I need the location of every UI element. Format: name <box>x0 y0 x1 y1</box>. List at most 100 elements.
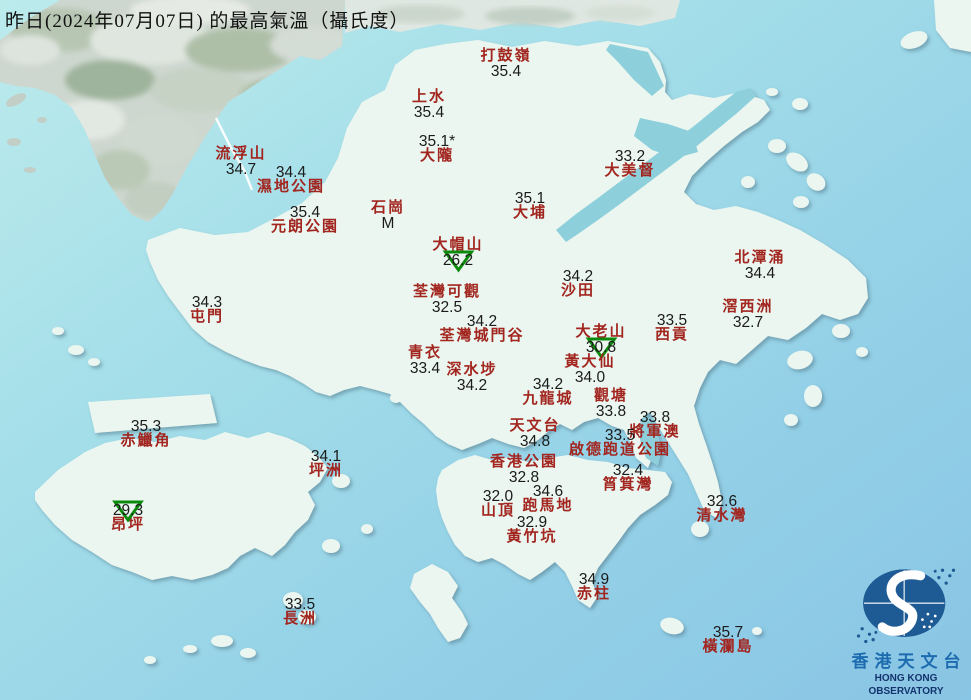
station-name-label: 天文台 <box>509 419 560 434</box>
hko-emblem-icon <box>851 563 961 647</box>
station: 大帽山26.2 <box>432 238 483 268</box>
station-name-label: 黃大仙 <box>564 355 615 370</box>
station-temperature-value: 34.4 <box>257 165 325 180</box>
station: 33.5長洲 <box>283 597 317 627</box>
station-temperature-value: M <box>371 216 405 231</box>
station-name-label: 啟德跑道公園 <box>569 443 671 458</box>
station-temperature-value: 26.2 <box>432 253 483 268</box>
station-name-label: 荃灣可觀 <box>413 285 481 300</box>
station-temperature-value: 33.8 <box>629 410 680 425</box>
station-name-label: 滘西洲 <box>722 300 773 315</box>
station-name-label: 跑馬地 <box>522 499 573 514</box>
station-temperature-value: 32.6 <box>696 494 747 509</box>
hko-logo-english-text: HONG KONG OBSERVATORY <box>842 672 970 698</box>
station-name-label: 橫瀾島 <box>702 640 753 655</box>
station-name-label: 沙田 <box>561 284 595 299</box>
station: 32.4筲箕灣 <box>602 463 653 493</box>
station: 35.4元朗公園 <box>271 205 339 235</box>
station-temperature-value: 32.7 <box>722 315 773 330</box>
station-temperature-value: 35.1 <box>513 191 547 206</box>
station-name-label: 青衣 <box>408 346 442 361</box>
station-name-label: 九龍城 <box>522 392 573 407</box>
station-temperature-value: 30.8 <box>575 340 626 355</box>
station: 34.2荃灣城門谷 <box>439 314 524 344</box>
station-temperature-value: 35.4 <box>480 64 531 79</box>
station-temperature-value: 34.2 <box>522 377 573 392</box>
station-name-label: 北潭涌 <box>734 251 785 266</box>
station: 34.6跑馬地 <box>522 484 573 514</box>
station: 北潭涌34.4 <box>734 251 785 281</box>
station: 34.3屯門 <box>190 295 224 325</box>
station-temperature-value: 34.3 <box>190 295 224 310</box>
station-temperature-value: 34.1 <box>309 449 343 464</box>
station-temperature-value: 33.5 <box>569 428 671 443</box>
station-name-label: 清水灣 <box>696 509 747 524</box>
station: 35.1大埔 <box>513 191 547 221</box>
station: 32.6清水灣 <box>696 494 747 524</box>
stations-layer: 打鼓嶺35.4上水35.435.1*大隴流浮山34.734.4濕地公園33.2大… <box>0 0 971 700</box>
station-name-label: 大埔 <box>513 206 547 221</box>
station: 天文台34.8 <box>509 419 560 449</box>
station: 打鼓嶺35.4 <box>480 49 531 79</box>
station-name-label: 長洲 <box>283 612 317 627</box>
station-name-label: 打鼓嶺 <box>480 49 531 64</box>
station: 深水埗34.2 <box>446 363 497 393</box>
station: 荃灣可觀32.5 <box>413 285 481 315</box>
station-name-label: 大美督 <box>604 164 655 179</box>
station-temperature-value: 34.8 <box>509 434 560 449</box>
station-temperature-value: 35.1* <box>419 134 455 149</box>
station-temperature-value: 33.8 <box>594 404 628 419</box>
station: 石崗M <box>371 201 405 231</box>
station: 青衣33.4 <box>408 346 442 376</box>
hko-logo-chinese-text: 香港天文台 <box>842 652 970 672</box>
weather-map-screenshot: 昨日(2024年07月07日) 的最高氣溫（攝氏度） 打鼓嶺35.4上水35.4… <box>0 0 971 700</box>
station-temperature-value: 32.9 <box>506 515 557 530</box>
station: 滘西洲32.7 <box>722 300 773 330</box>
station-temperature-value: 34.2 <box>446 378 497 393</box>
station: 33.5西貢 <box>655 313 689 343</box>
station: 上水35.4 <box>412 90 446 120</box>
station-name-label: 石崗 <box>371 201 405 216</box>
hko-logo: 香港天文台 HONG KONG OBSERVATORY <box>842 563 970 698</box>
station: 35.3赤鱲角 <box>120 419 171 449</box>
station: 34.2九龍城 <box>522 377 573 407</box>
station-temperature-value: 34.9 <box>577 572 611 587</box>
station-temperature-value: 33.5 <box>655 313 689 328</box>
station-temperature-value: 34.4 <box>734 266 785 281</box>
station-temperature-value: 35.3 <box>120 419 171 434</box>
station-temperature-value: 33.2 <box>604 149 655 164</box>
station-name-label: 荃灣城門谷 <box>439 329 524 344</box>
station-name-label: 赤鱲角 <box>120 434 171 449</box>
station-temperature-value: 32.4 <box>602 463 653 478</box>
station-name-label: 上水 <box>412 90 446 105</box>
station-name-label: 屯門 <box>190 310 224 325</box>
station-name-label: 坪洲 <box>309 464 343 479</box>
station-name-label: 元朗公園 <box>271 220 339 235</box>
station-name-label: 筲箕灣 <box>602 478 653 493</box>
station-name-label: 香港公園 <box>490 455 558 470</box>
station-name-label: 濕地公園 <box>257 180 325 195</box>
station-name-label: 大隴 <box>419 149 455 164</box>
station: 觀塘33.8 <box>594 389 628 419</box>
station-temperature-value: 33.5 <box>283 597 317 612</box>
station-temperature-value: 32.0 <box>481 489 515 504</box>
station: 32.9黃竹坑 <box>506 515 557 545</box>
station-temperature-value: 34.6 <box>522 484 573 499</box>
station-temperature-value: 35.4 <box>412 105 446 120</box>
map-title: 昨日(2024年07月07日) 的最高氣溫（攝氏度） <box>5 6 409 33</box>
station-name-label: 西貢 <box>655 328 689 343</box>
station-name-label: 赤柱 <box>577 587 611 602</box>
station: 33.5啟德跑道公園 <box>569 428 671 458</box>
station: 34.1坪洲 <box>309 449 343 479</box>
station-temperature-value: 35.7 <box>702 625 753 640</box>
station-temperature-value: 33.4 <box>408 361 442 376</box>
station-name-label: 黃竹坑 <box>506 530 557 545</box>
station-temperature-value: 34.2 <box>439 314 524 329</box>
station-temperature-value: 29.3 <box>111 503 145 518</box>
station: 34.4濕地公園 <box>257 165 325 195</box>
station: 34.2沙田 <box>561 269 595 299</box>
station: 35.7橫瀾島 <box>702 625 753 655</box>
station-name-label: 觀塘 <box>594 389 628 404</box>
station: 大老山30.8 <box>575 325 626 355</box>
station: 34.9赤柱 <box>577 572 611 602</box>
